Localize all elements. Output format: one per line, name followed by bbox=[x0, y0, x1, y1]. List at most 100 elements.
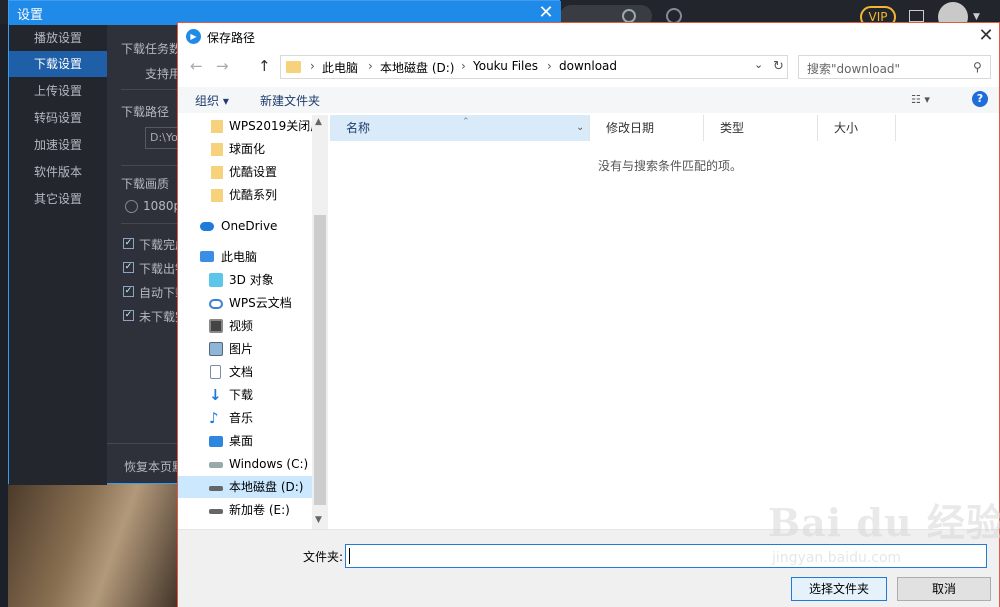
text-caret bbox=[349, 548, 350, 564]
view-options-icon[interactable]: ☷ ▾ bbox=[911, 93, 930, 106]
help-icon[interactable]: ? bbox=[972, 91, 988, 107]
forward-arrow-icon[interactable]: → bbox=[216, 57, 229, 75]
folder-icon bbox=[211, 166, 223, 179]
search-icon[interactable] bbox=[622, 9, 636, 23]
checkbox-download-error[interactable]: ✓ bbox=[123, 262, 134, 273]
tree-item-onedrive[interactable]: OneDrive bbox=[178, 215, 312, 237]
column-header-name[interactable]: 名称 ⌃ ⌄ bbox=[330, 115, 590, 141]
drive-icon bbox=[209, 462, 223, 468]
breadcrumb-this-pc[interactable]: 此电脑 bbox=[322, 59, 358, 76]
tree-item-label: 球面化 bbox=[229, 142, 266, 156]
save-path-dialog: ▶ 保存路径 ✕ ← → ↑ › 此电脑 › 本地磁盘 (D:) › Youku… bbox=[177, 22, 1000, 607]
checkbox-download-complete[interactable]: ✓ bbox=[123, 238, 134, 249]
tree-item-label: 此电脑 bbox=[221, 250, 258, 264]
up-arrow-icon[interactable]: ↑ bbox=[258, 57, 271, 75]
tree-item[interactable]: WPS云文档 bbox=[178, 292, 312, 314]
tree-item-label: Windows (C:) bbox=[229, 457, 309, 471]
tree-item[interactable]: WPS2019关闭广 bbox=[178, 115, 312, 137]
chevron-up-icon[interactable]: ▲ bbox=[315, 117, 322, 127]
column-header-size[interactable]: 大小 bbox=[818, 115, 896, 141]
tree-item-label: 音乐 bbox=[229, 411, 254, 425]
select-folder-button[interactable]: 选择文件夹 bbox=[791, 577, 887, 601]
refresh-icon[interactable]: ↻ bbox=[770, 55, 788, 79]
close-icon[interactable]: ✕ bbox=[974, 25, 998, 46]
settings-sidebar: 播放设置 下载设置 上传设置 转码设置 加速设置 软件版本 其它设置 bbox=[9, 25, 107, 485]
search-placeholder: 搜索"download" bbox=[807, 62, 901, 76]
new-folder-button[interactable]: 新建文件夹 bbox=[260, 92, 320, 109]
tree-item-label: 优酷设置 bbox=[229, 165, 278, 179]
folder-icon bbox=[211, 120, 223, 133]
tree-item[interactable]: 新加卷 (E:) bbox=[178, 499, 312, 521]
checkbox-label: 下载完成 bbox=[139, 238, 181, 252]
tree-item-label: 图片 bbox=[229, 342, 254, 356]
address-bar[interactable]: › 此电脑 › 本地磁盘 (D:) › Youku Files › downlo… bbox=[280, 55, 788, 79]
search-icon[interactable]: ⚲ bbox=[973, 60, 982, 74]
chevron-right-icon[interactable]: › bbox=[310, 59, 315, 73]
scrollbar-thumb[interactable] bbox=[314, 215, 326, 505]
sidebar-item-download[interactable]: 下载设置 bbox=[9, 51, 107, 77]
dialog-toolbar: 组织 ▾ 新建文件夹 ☷ ▾ ? bbox=[178, 87, 999, 113]
tree-item-label: 下载 bbox=[229, 388, 254, 402]
folder-label: 文件夹: bbox=[303, 550, 344, 564]
organize-button[interactable]: 组织 ▾ bbox=[195, 92, 229, 109]
dialog-footer: 文件夹: 选择文件夹 取消 bbox=[178, 529, 999, 607]
tree-item-label: 本地磁盘 (D:) bbox=[229, 480, 304, 494]
column-header-modified[interactable]: 修改日期 bbox=[590, 115, 704, 141]
sidebar-item-version[interactable]: 软件版本 bbox=[9, 159, 107, 185]
tree-item-this-pc[interactable]: 此电脑 bbox=[178, 246, 312, 268]
tree-item-label: 新加卷 (E:) bbox=[229, 503, 290, 517]
cloud-outline-icon bbox=[209, 299, 223, 309]
tree-item[interactable]: Windows (C:) bbox=[178, 453, 312, 475]
tree-item[interactable]: 视频 bbox=[178, 315, 312, 337]
search-input[interactable]: 搜索"download" ⚲ bbox=[798, 55, 991, 79]
tree-item[interactable]: 图片 bbox=[178, 338, 312, 360]
cancel-button[interactable]: 取消 bbox=[897, 577, 991, 601]
tree-item[interactable]: ↓ 下载 bbox=[178, 384, 312, 406]
chevron-down-icon[interactable]: ▼ bbox=[973, 12, 980, 22]
download-arrow-icon: ↓ bbox=[209, 386, 222, 404]
sidebar-item-acceleration[interactable]: 加速设置 bbox=[9, 132, 107, 158]
tree-item[interactable]: 优酷系列 bbox=[178, 184, 312, 206]
tree-item-label: WPS云文档 bbox=[229, 296, 292, 310]
scrollbar[interactable]: ▲ ▼ bbox=[312, 115, 328, 529]
video-icon bbox=[209, 319, 223, 333]
folder-input[interactable] bbox=[345, 544, 987, 568]
tree-item[interactable]: 球面化 bbox=[178, 138, 312, 160]
sidebar-item-transcode[interactable]: 转码设置 bbox=[9, 105, 107, 131]
drive-icon bbox=[209, 486, 223, 491]
chevron-right-icon[interactable]: › bbox=[368, 59, 373, 73]
sidebar-item-other[interactable]: 其它设置 bbox=[9, 186, 107, 212]
checkbox-unfinished[interactable]: ✓ bbox=[123, 310, 134, 321]
checkbox-auto-download[interactable]: ✓ bbox=[123, 286, 134, 297]
chevron-right-icon[interactable]: › bbox=[547, 59, 552, 73]
chevron-right-icon[interactable]: › bbox=[461, 59, 466, 73]
back-arrow-icon[interactable]: ← bbox=[190, 57, 203, 75]
desktop-icon bbox=[209, 436, 223, 447]
breadcrumb-youku-files[interactable]: Youku Files bbox=[473, 59, 538, 73]
breadcrumb-drive-d[interactable]: 本地磁盘 (D:) bbox=[380, 59, 454, 76]
drive-icon bbox=[209, 509, 223, 514]
folder-icon bbox=[286, 61, 301, 73]
tree-item[interactable]: 3D 对象 bbox=[178, 269, 312, 291]
chevron-down-icon[interactable]: ▼ bbox=[315, 515, 322, 525]
tree-item-label: 视频 bbox=[229, 319, 254, 333]
navigation-pane: WPS2019关闭广 球面化 优酷设置 优酷系列 OneDrive 此电脑 3D… bbox=[178, 115, 328, 529]
tree-item[interactable]: 文档 bbox=[178, 361, 312, 383]
tree-item-label: OneDrive bbox=[221, 219, 278, 233]
tree-item-selected[interactable]: 本地磁盘 (D:) bbox=[178, 476, 312, 498]
tree-item[interactable]: ♪ 音乐 bbox=[178, 407, 312, 429]
cloud-icon bbox=[200, 222, 214, 231]
download-path-label: 下载路径 bbox=[121, 105, 170, 119]
breadcrumb-download[interactable]: download bbox=[559, 59, 617, 73]
chevron-down-icon[interactable]: ⌄ bbox=[754, 58, 763, 71]
chevron-down-icon[interactable]: ⌄ bbox=[576, 115, 584, 141]
tree-item[interactable]: 优酷设置 bbox=[178, 161, 312, 183]
tree-item[interactable]: 桌面 bbox=[178, 430, 312, 452]
quality-radio[interactable] bbox=[125, 200, 138, 213]
computer-icon bbox=[200, 251, 214, 262]
sidebar-item-upload[interactable]: 上传设置 bbox=[9, 78, 107, 104]
column-header-type[interactable]: 类型 bbox=[704, 115, 818, 141]
mail-icon[interactable] bbox=[909, 10, 924, 22]
dialog-titlebar: ▶ 保存路径 ✕ bbox=[178, 23, 1000, 49]
sidebar-item-playback[interactable]: 播放设置 bbox=[9, 25, 107, 51]
